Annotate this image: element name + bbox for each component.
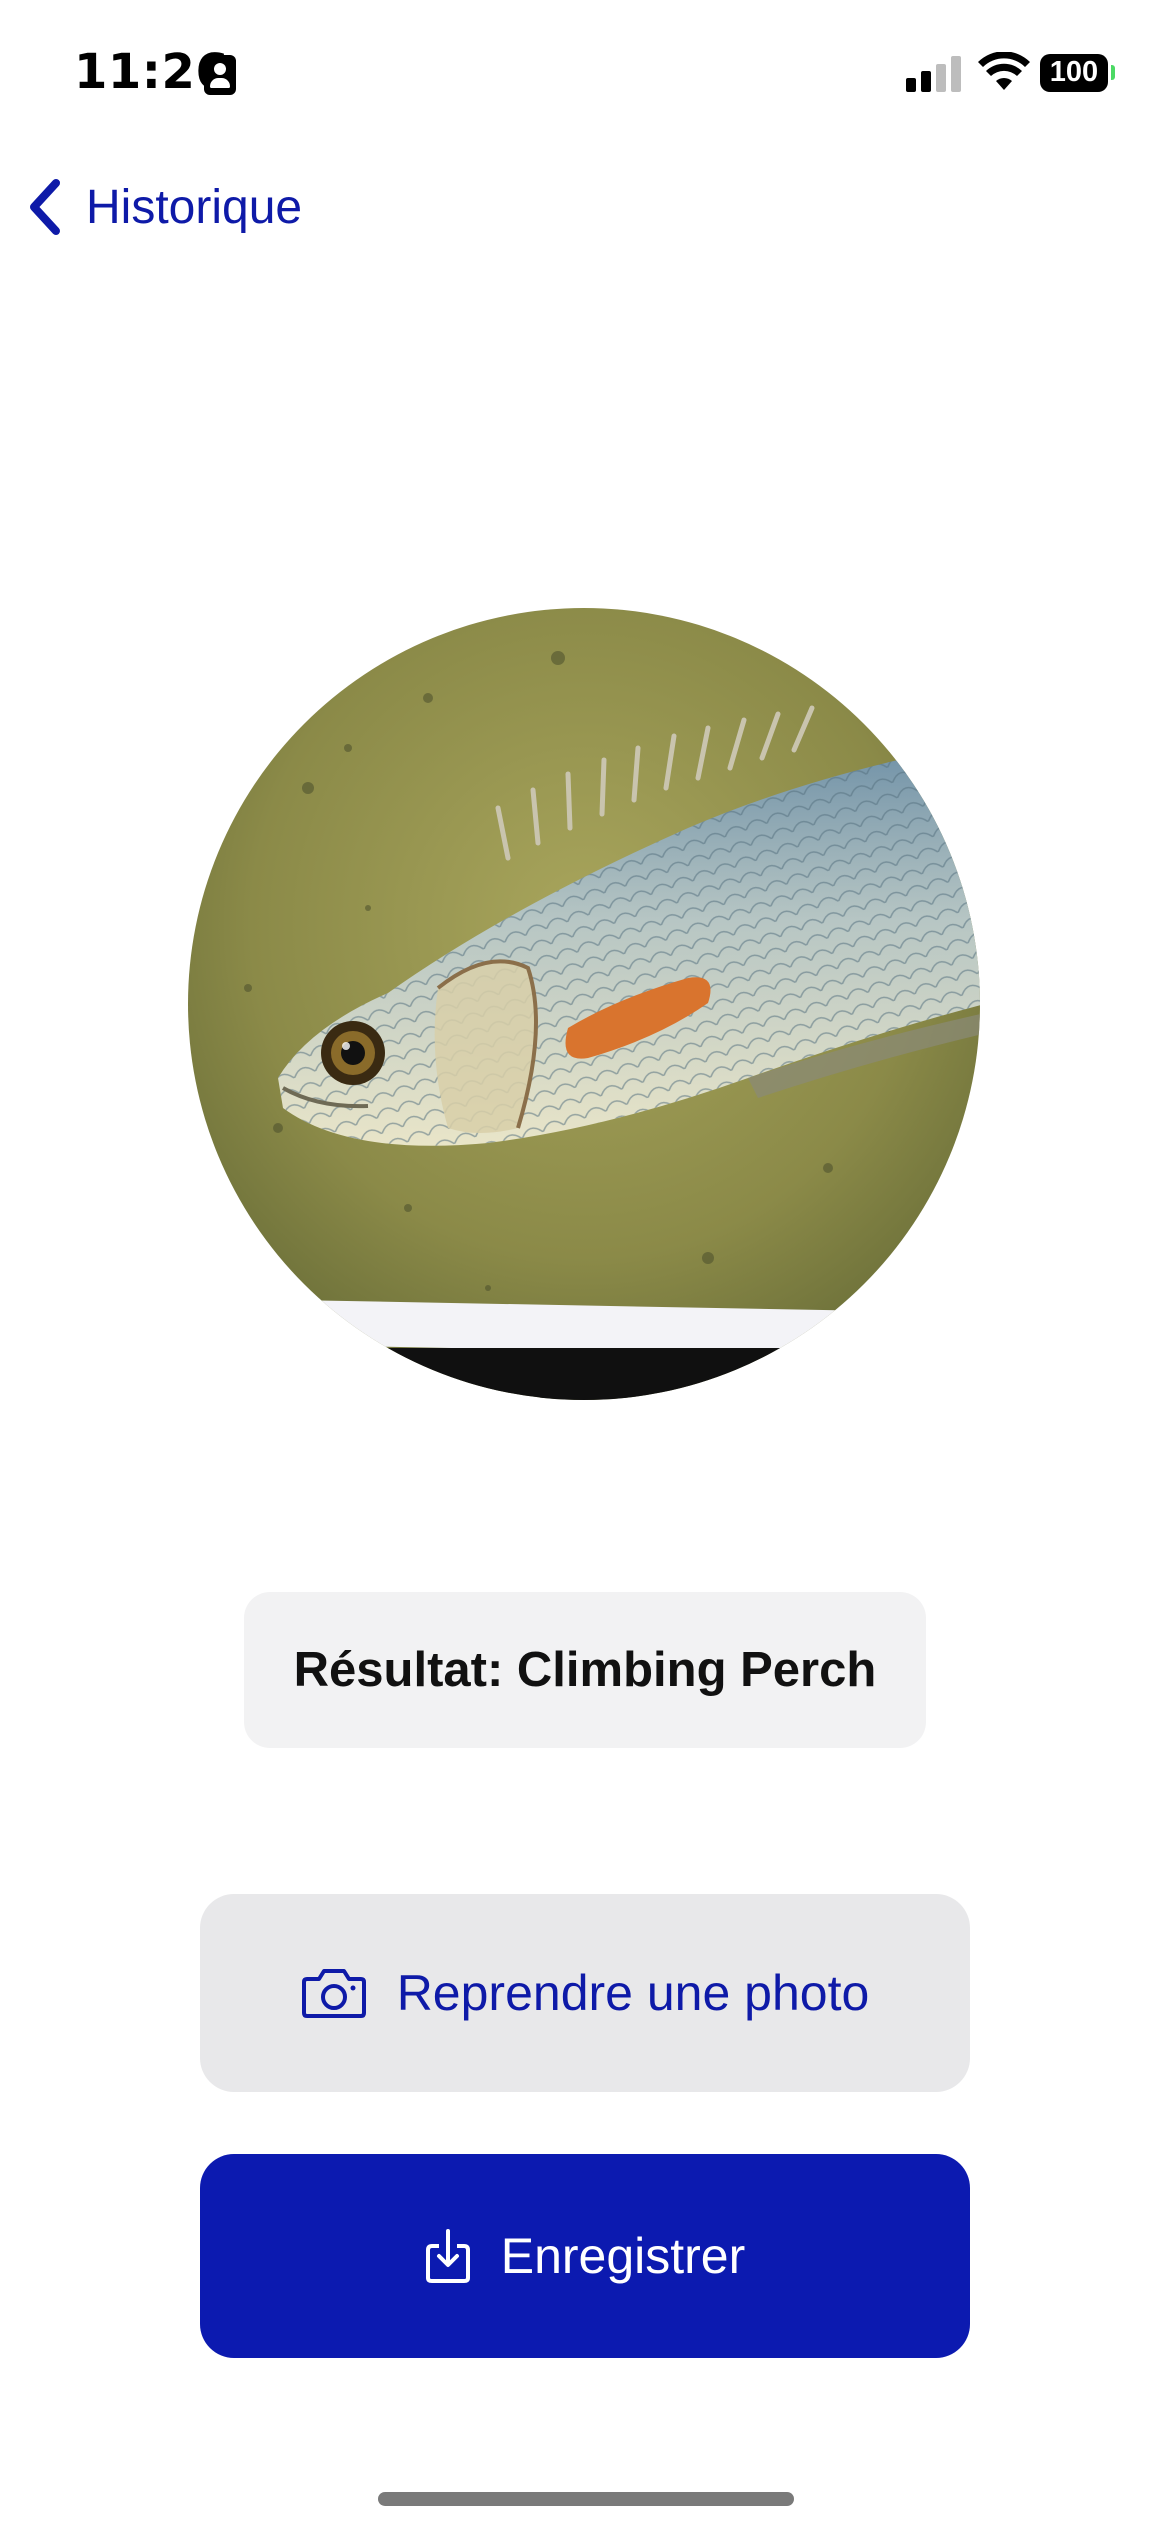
result-text: Résultat: Climbing Perch [293, 1643, 877, 1697]
battery-nub [1111, 65, 1115, 80]
battery-icon: 100 [1040, 54, 1108, 92]
camera-icon [301, 1969, 366, 2018]
chevron-left-icon [30, 179, 60, 235]
back-button[interactable]: Historique [24, 172, 302, 242]
fish-photo [188, 608, 980, 1400]
battery-level: 100 [1049, 56, 1099, 88]
save-button[interactable]: Enregistrer [200, 2154, 970, 2358]
screen: 11:26 100 Historique Résultat: Climbing … [0, 0, 1170, 2532]
home-indicator[interactable] [378, 2492, 794, 2506]
result-badge: Résultat: Climbing Perch [244, 1592, 926, 1748]
contact-card-icon [204, 55, 236, 95]
download-tray-icon [425, 2229, 470, 2283]
wifi-icon [978, 52, 1030, 90]
back-label: Historique [86, 180, 303, 234]
cellular-signal-icon [906, 56, 962, 92]
retake-photo-label: Reprendre une photo [396, 1965, 870, 2021]
save-label: Enregistrer [500, 2228, 746, 2284]
retake-photo-button[interactable]: Reprendre une photo [200, 1894, 970, 2092]
